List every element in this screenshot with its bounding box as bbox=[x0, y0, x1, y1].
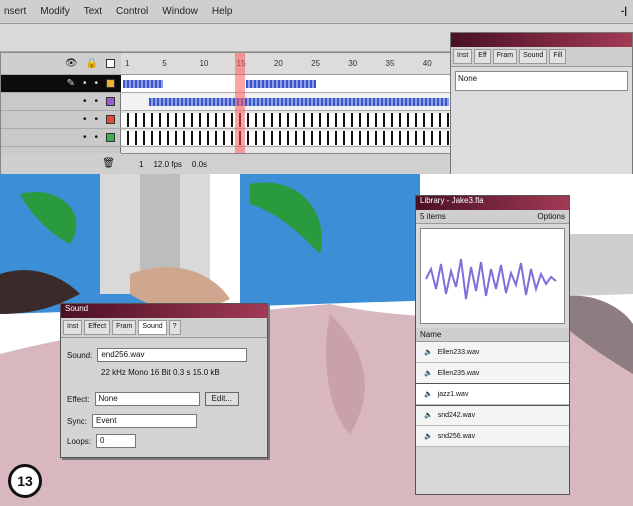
loops-label: Loops: bbox=[67, 436, 92, 446]
ruler-tick: 20 bbox=[273, 59, 283, 68]
sync-label: Sync: bbox=[67, 416, 88, 426]
library-titlebar[interactable]: Library - Jake3.fla bbox=[416, 196, 569, 210]
layer-row[interactable]: • • bbox=[1, 93, 121, 111]
waveform-preview bbox=[420, 228, 565, 324]
sound-select[interactable]: end256.wav bbox=[97, 348, 248, 362]
layer-row[interactable]: • • bbox=[1, 129, 121, 147]
sound-wave bbox=[123, 80, 163, 88]
layer-header: 👁 🔒 bbox=[1, 53, 121, 75]
pencil-icon: ✎ bbox=[66, 78, 75, 89]
menu-insert[interactable]: nsert bbox=[4, 6, 26, 17]
frame-row[interactable] bbox=[121, 111, 456, 129]
sound-wave bbox=[149, 98, 449, 106]
tab-sound[interactable]: Sound bbox=[138, 320, 167, 335]
frame-row[interactable] bbox=[121, 93, 456, 111]
library-header: 5 items Options bbox=[416, 210, 569, 224]
tab-fill[interactable]: Fill bbox=[549, 49, 567, 64]
lock-icon[interactable]: 🔒 bbox=[86, 58, 98, 69]
dialog-titlebar[interactable]: Sound bbox=[61, 304, 267, 318]
edit-button[interactable]: Edit... bbox=[204, 392, 239, 406]
trash-icon[interactable]: 🗑 bbox=[102, 158, 115, 169]
dialog-tabs: Inst Effect Fram Sound ? bbox=[61, 318, 267, 338]
frame-row[interactable] bbox=[121, 129, 456, 147]
library-count: 5 items bbox=[420, 212, 446, 221]
window-controls[interactable]: -| bbox=[621, 6, 627, 17]
timeline-status: 1 12.0 fps 0.0s bbox=[121, 153, 456, 175]
sound-wave bbox=[246, 80, 316, 88]
loops-input[interactable]: 0 bbox=[96, 434, 137, 448]
elapsed-time: 0.0s bbox=[191, 160, 208, 169]
menu-control[interactable]: Control bbox=[116, 6, 148, 17]
library-item[interactable]: 🔈 Ellen233.wav bbox=[416, 342, 569, 363]
menu-modify[interactable]: Modify bbox=[40, 6, 69, 17]
tab-instance[interactable]: Inst bbox=[63, 320, 83, 335]
layer-color-swatch bbox=[106, 97, 115, 106]
library-item[interactable]: 🔈 Ellen235.wav bbox=[416, 363, 569, 384]
layer-color-swatch bbox=[106, 115, 115, 124]
sound-label: Sound: bbox=[67, 350, 93, 360]
menu-help[interactable]: Help bbox=[212, 6, 233, 17]
speaker-icon: 🔈 bbox=[424, 412, 433, 419]
ruler-tick: 10 bbox=[199, 59, 209, 68]
frame-grid[interactable]: 1 5 10 15 20 25 30 35 40 1 12.0 fps 0.0s bbox=[121, 53, 456, 175]
tab-help[interactable]: ? bbox=[168, 320, 181, 335]
speaker-icon: 🔈 bbox=[424, 370, 433, 377]
sync-select[interactable]: Event bbox=[92, 414, 198, 428]
layer-color-swatch bbox=[106, 133, 115, 142]
library-panel: Library - Jake3.fla 5 items Options Name… bbox=[415, 195, 570, 495]
speaker-icon: 🔈 bbox=[424, 433, 433, 440]
eye-icon[interactable]: 👁 bbox=[65, 58, 78, 69]
tab-frame[interactable]: Fram bbox=[492, 49, 518, 64]
layer-footer: 🗑 bbox=[1, 153, 121, 175]
layer-row[interactable]: • • bbox=[1, 111, 121, 129]
frame-row[interactable] bbox=[121, 75, 456, 93]
menu-bar: nsert Modify Text Control Window Help -| bbox=[0, 0, 633, 24]
step-badge: 13 bbox=[8, 464, 42, 498]
library-options[interactable]: Options bbox=[537, 212, 565, 221]
panel-tabs: Inst Eff Fram Sound Fill bbox=[451, 47, 632, 67]
layer-color-swatch bbox=[106, 79, 115, 88]
effect-select[interactable]: None bbox=[94, 392, 200, 406]
ruler-tick: 30 bbox=[348, 59, 358, 68]
menu-window[interactable]: Window bbox=[162, 6, 198, 17]
tab-frame[interactable]: Fram bbox=[112, 320, 137, 335]
properties-panel: Inst Eff Fram Sound Fill None bbox=[450, 32, 633, 184]
tab-sound[interactable]: Sound bbox=[519, 49, 548, 64]
effect-label: Effect: bbox=[67, 394, 90, 404]
outline-icon[interactable] bbox=[106, 59, 115, 68]
speaker-icon: 🔈 bbox=[424, 391, 433, 398]
panel-titlebar[interactable] bbox=[451, 33, 632, 47]
ruler-tick: 5 bbox=[162, 59, 167, 68]
ruler-tick: 25 bbox=[311, 59, 320, 68]
tab-instance[interactable]: Inst bbox=[453, 49, 473, 64]
frame-ruler: 1 5 10 15 20 25 30 35 40 bbox=[121, 53, 456, 75]
library-item[interactable]: 🔈 snd242.wav bbox=[416, 405, 569, 426]
sound-dialog: Sound Inst Effect Fram Sound ? Sound: en… bbox=[60, 303, 268, 458]
library-item[interactable]: 🔈 snd256.wav bbox=[416, 426, 569, 447]
ruler-tick: 35 bbox=[385, 59, 395, 68]
layer-row[interactable]: ✎ • • bbox=[1, 75, 121, 93]
frame-rate: 12.0 fps bbox=[153, 160, 182, 169]
tab-effect[interactable]: Effect bbox=[84, 320, 111, 335]
library-name-header: Name bbox=[416, 328, 569, 342]
layer-list: 👁 🔒 ✎ • • • • • • • • 🗑 bbox=[1, 53, 121, 175]
panel-field[interactable]: None bbox=[455, 71, 628, 91]
sound-info: 22 kHz Mono 16 Bit 0.3 s 15.0 kB bbox=[101, 368, 220, 377]
tab-effect[interactable]: Eff bbox=[474, 49, 491, 64]
waveform-icon bbox=[425, 258, 557, 300]
timeline-panel: 👁 🔒 ✎•• •• •• •• 🗑 1 5 10 15 20 25 30 bbox=[0, 52, 456, 175]
library-item[interactable]: 🔈 jazz1.wav bbox=[415, 383, 570, 406]
menu-text[interactable]: Text bbox=[84, 6, 102, 17]
speaker-icon: 🔈 bbox=[424, 349, 433, 356]
ruler-tick: 1 bbox=[125, 59, 130, 68]
frame-number: 1 bbox=[139, 160, 144, 169]
